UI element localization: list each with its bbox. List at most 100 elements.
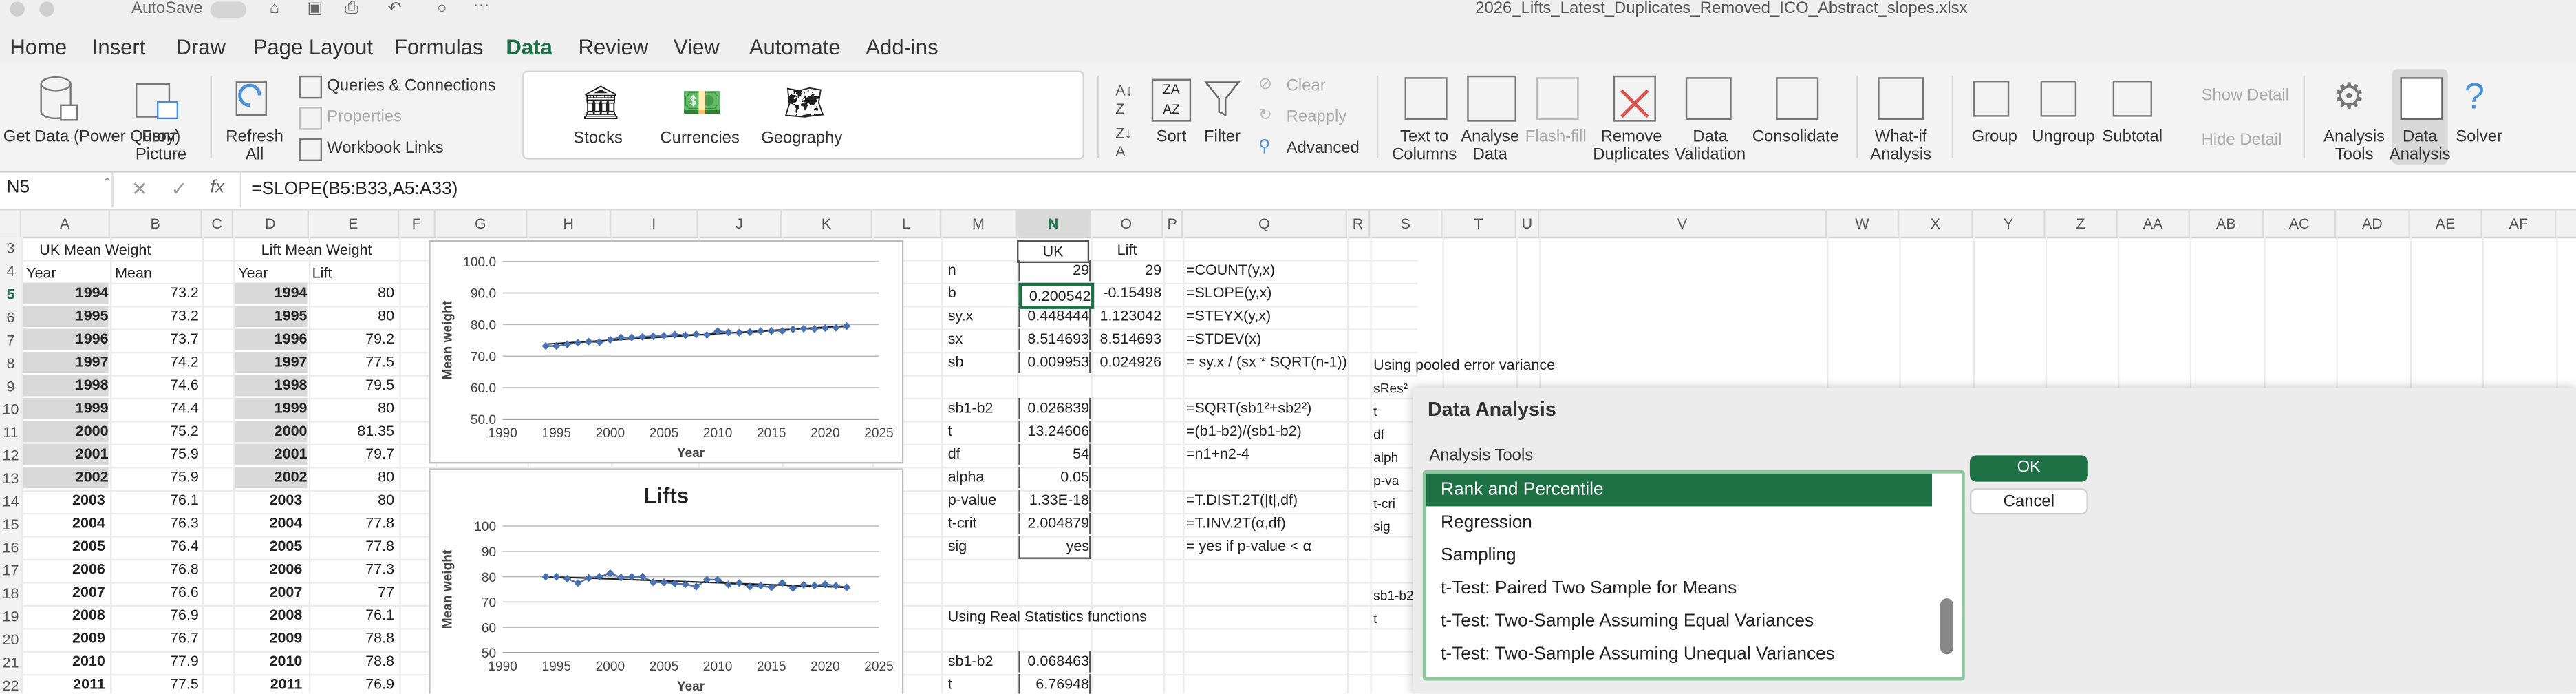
column-header[interactable]: Z <box>2046 210 2118 237</box>
geography-icon[interactable]: 🗺 <box>784 82 826 123</box>
select-all-corner[interactable] <box>0 210 22 237</box>
pooled-label[interactable]: t <box>1373 608 1377 629</box>
uk-mean-cell[interactable]: 76.6 <box>111 582 199 603</box>
uk-mean-cell[interactable]: 75.2 <box>111 421 199 442</box>
show-detail-button[interactable]: Show Detail <box>2202 87 2289 105</box>
column-header[interactable]: S <box>1370 210 1443 237</box>
lift-year-cell[interactable]: 2006 <box>235 559 303 580</box>
solver-button[interactable]: Solver <box>2451 128 2507 146</box>
row-header[interactable]: 7 <box>0 332 21 348</box>
clear-button[interactable]: Clear <box>1287 77 1326 95</box>
column-header[interactable]: Y <box>1973 210 2046 237</box>
geography-button[interactable]: Geography <box>761 130 843 148</box>
lift-year-cell[interactable]: 2002 <box>235 467 308 489</box>
stat-formula[interactable]: =SLOPE(y,x) <box>1186 283 1271 304</box>
column-header[interactable]: B <box>110 210 202 237</box>
stat-lift-value[interactable]: 0.024926 <box>1093 352 1161 373</box>
column-header[interactable]: R <box>1347 210 1371 237</box>
pooled-label[interactable]: sig <box>1373 516 1390 538</box>
sort-az-icon[interactable]: A↓ Z <box>1115 82 1133 118</box>
sort-icon[interactable]: ZA AZ <box>1151 78 1192 122</box>
stat-formula[interactable]: = sy.x / (sx * SQRT(n-1)) <box>1186 352 1347 373</box>
data-analysis-icon[interactable] <box>2400 77 2443 120</box>
stat-uk-value[interactable]: 0.026839 <box>1018 397 1091 419</box>
column-header[interactable]: AA <box>2118 210 2190 237</box>
uk-year-cell[interactable]: 2003 <box>23 490 105 512</box>
uk-year-cell[interactable]: 1994 <box>23 282 109 304</box>
row-header[interactable]: 19 <box>0 608 21 624</box>
filter-button[interactable]: Filter <box>1196 128 1248 146</box>
text-to-columns-button[interactable]: Text to Columns <box>1388 128 1461 165</box>
get-data-button[interactable]: Get Data (Power Query) <box>3 128 180 146</box>
uk-mean-cell[interactable]: 75.9 <box>111 444 199 465</box>
list-item[interactable]: t-Test: Two-Sample Assuming Unequal Vari… <box>1426 638 1932 671</box>
cancel-icon[interactable]: ✕ <box>131 178 148 200</box>
what-if-button[interactable]: What-if Analysis <box>1863 128 1939 165</box>
uk-year-cell[interactable]: 2002 <box>23 467 109 489</box>
column-header[interactable]: AD <box>2336 210 2410 237</box>
save-icon[interactable]: ▣ <box>308 0 323 18</box>
ok-button[interactable]: OK <box>1969 455 2088 482</box>
pooled-label[interactable]: sRes² <box>1373 378 1408 399</box>
workbook-links-button[interactable]: Workbook Links <box>327 140 443 158</box>
uk-mean-cell[interactable]: 77.5 <box>111 674 199 694</box>
lifts-chart[interactable]: 50 60 70 80 90 100 1990 1995 2000 2005 2010 2015 202… <box>429 468 904 694</box>
uk-mean-cell[interactable]: 75.9 <box>111 467 199 488</box>
row-header[interactable]: 8 <box>0 355 21 372</box>
stat-label[interactable]: sy.x <box>948 306 974 327</box>
column-header[interactable]: A <box>21 210 110 237</box>
tab-view[interactable]: View <box>674 34 720 59</box>
column-header[interactable]: L <box>872 210 942 237</box>
column-header[interactable]: V <box>1539 210 1827 237</box>
row-header[interactable]: 16 <box>0 539 21 556</box>
column-header[interactable]: I <box>611 210 698 237</box>
stat-formula[interactable]: =(b1-b2)/(sb1-b2) <box>1186 421 1302 442</box>
list-item[interactable]: t-Test: Paired Two Sample for Means <box>1426 572 1932 605</box>
lift-year-cell[interactable]: 2001 <box>235 443 308 465</box>
column-header[interactable]: AB <box>2190 210 2264 237</box>
lift-year-cell[interactable]: 2008 <box>235 605 303 627</box>
column-header[interactable]: E <box>309 210 400 237</box>
cancel-button[interactable]: Cancel <box>1969 488 2088 515</box>
lift-year-cell[interactable]: 2010 <box>235 651 303 673</box>
filter-icon[interactable] <box>1204 79 1241 127</box>
real-stat-label[interactable]: t <box>948 674 952 694</box>
lift-value-cell[interactable]: 81.35 <box>310 421 394 442</box>
from-picture-button[interactable]: From Picture <box>128 128 194 165</box>
stat-label[interactable]: sig <box>948 536 967 557</box>
advanced-button[interactable]: Advanced <box>1287 140 1360 158</box>
row-header-selected[interactable]: 5 <box>0 286 21 302</box>
uk-mean-cell[interactable]: 76.7 <box>111 628 199 649</box>
lift-year-cell[interactable]: 2011 <box>235 674 303 694</box>
stat-lift-value[interactable]: -0.15498 <box>1093 283 1161 304</box>
row-header[interactable]: 15 <box>0 516 21 533</box>
uk-year-cell[interactable]: 2001 <box>23 443 109 465</box>
analyse-data-button[interactable]: Analyse Data <box>1456 128 1525 165</box>
row-header[interactable]: 11 <box>0 424 21 441</box>
column-header[interactable]: G <box>436 210 528 237</box>
subtotal-icon[interactable] <box>2112 81 2152 117</box>
sort-za-icon[interactable]: Z↓ A <box>1115 125 1132 161</box>
sort-button[interactable]: Sort <box>1147 128 1196 146</box>
lift-value-cell[interactable]: 78.8 <box>310 628 394 649</box>
column-header[interactable]: P <box>1163 210 1183 237</box>
home-icon[interactable]: ⌂ <box>270 0 279 18</box>
lift-value-cell[interactable]: 80 <box>310 490 394 512</box>
consolidate-icon[interactable] <box>1776 77 1819 120</box>
analyse-data-icon[interactable] <box>1467 75 1516 122</box>
lift-value-cell[interactable]: 77.8 <box>310 513 394 534</box>
lift-value-cell[interactable]: 79.7 <box>310 444 394 465</box>
lift-value-cell[interactable]: 80 <box>310 306 394 327</box>
currencies-button[interactable]: Currencies <box>658 130 740 148</box>
stat-uk-value[interactable]: 0.05 <box>1018 467 1091 489</box>
lift-value-cell[interactable]: 80 <box>310 467 394 488</box>
function-icon[interactable]: fx <box>211 178 224 198</box>
uk-year-cell[interactable]: 2008 <box>23 605 105 627</box>
lift-value-cell[interactable]: 80 <box>310 283 394 304</box>
stat-label[interactable]: t-crit <box>948 513 977 534</box>
lift-value-cell[interactable]: 77.3 <box>310 559 394 580</box>
list-item-selected[interactable]: Rank and Percentile <box>1426 473 1932 507</box>
confirm-icon[interactable]: ✓ <box>171 178 187 200</box>
picture-icon[interactable] <box>135 82 181 121</box>
pooled-label[interactable]: t-cri <box>1373 493 1395 514</box>
